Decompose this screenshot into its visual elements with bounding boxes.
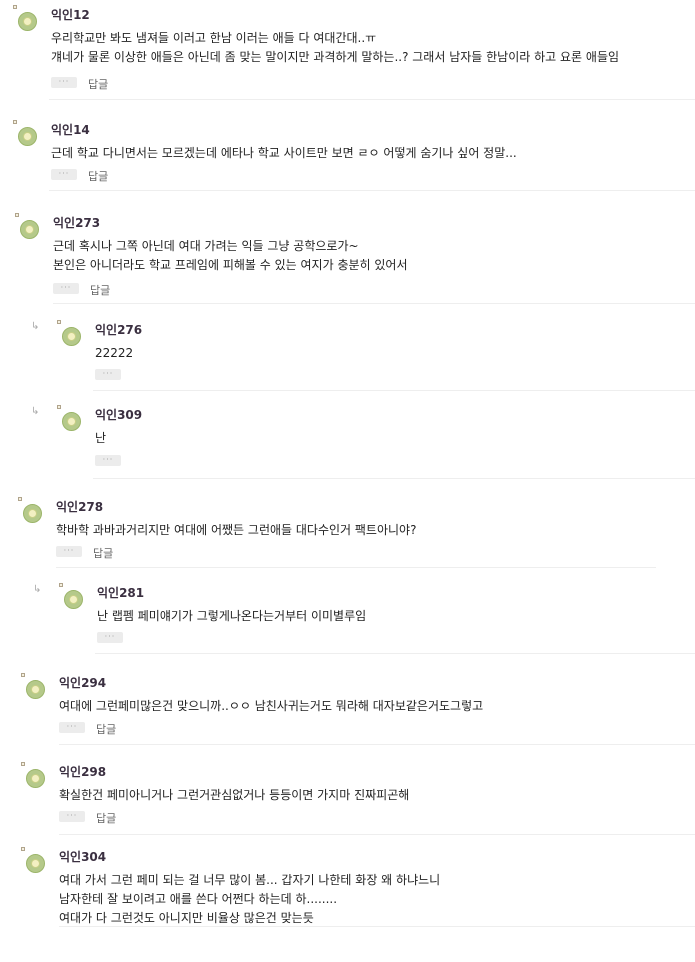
divider	[59, 744, 695, 745]
reply-button[interactable]: 답글	[96, 721, 116, 737]
more-options-button[interactable]: ···	[53, 283, 79, 294]
avatar	[20, 220, 39, 239]
comment-author: 익인281	[97, 586, 145, 600]
avatar	[64, 590, 83, 609]
comment-line: 여대 가서 그런 페미 되는 걸 너무 많이 봄... 갑자기 나한테 화장 왜…	[59, 873, 441, 887]
comment-author: 익인304	[59, 850, 107, 864]
avatar	[18, 127, 37, 146]
comment-line: 난 랩펨 페미얘기가 그렇게나온다는거부터 이미별루임	[97, 609, 367, 623]
comment-author: 익인12	[51, 8, 90, 22]
comment-body: 여대에 그런페미많은건 맞으니까..ㅇㅇ 남친사귀는거도 뭐라해 대자보같은거도…	[59, 697, 483, 716]
more-options-button[interactable]: ···	[97, 632, 123, 643]
comment-line: 남자한테 잘 보이려고 애를 쓴다 어쩐다 하는데 하........	[59, 892, 338, 906]
reply-button[interactable]: 답글	[93, 545, 113, 561]
comment-body: 근데 학교 다니면서는 모르겠는데 에타나 학교 사이트만 보면 ㄹㅇ 어떻게 …	[51, 144, 517, 163]
comment-line: 근데 혹시나 그쪽 아닌데 여대 가려는 익들 그냥 공학으로가~	[53, 239, 359, 253]
divider	[93, 390, 695, 391]
divider	[56, 567, 656, 568]
comment-author: 익인298	[59, 765, 107, 779]
divider	[59, 926, 695, 927]
comment-body: 학바학 과바과거리지만 여대에 어쨌든 그런애들 대다수인거 팩트아니야?	[56, 521, 416, 540]
reply-arrow-icon: ↳	[31, 406, 40, 417]
comment-body: 근데 혹시나 그쪽 아닌데 여대 가려는 익들 그냥 공학으로가~ 본인은 아니…	[53, 237, 408, 275]
avatar	[23, 504, 42, 523]
comment-author: 익인273	[53, 216, 101, 230]
reply-arrow-icon: ↳	[31, 321, 40, 332]
comment-body: 확실한건 페미아니거나 그런거관심없거나 등등이면 가지마 진짜피곤해	[59, 786, 409, 805]
comment-line: 난	[95, 431, 107, 445]
divider	[53, 303, 695, 304]
more-options-button[interactable]: ···	[56, 546, 82, 557]
avatar	[26, 769, 45, 788]
divider	[49, 99, 695, 100]
comment-author: 익인276	[95, 323, 143, 337]
comment-body: 우리학교만 봐도 냄져들 이러고 한남 이러는 애들 다 여대간대..ㅠ 걔네가…	[51, 29, 619, 67]
checkbox-marker	[15, 213, 19, 217]
comment-line: 22222	[95, 346, 134, 360]
comment-body: 난 랩펨 페미얘기가 그렇게나온다는거부터 이미별루임	[97, 607, 366, 626]
reply-button[interactable]: 답글	[88, 168, 108, 184]
checkbox-marker	[13, 5, 17, 9]
checkbox-marker	[59, 583, 63, 587]
avatar	[62, 412, 81, 431]
comment-author: 익인309	[95, 408, 143, 422]
checkbox-marker	[13, 120, 17, 124]
more-options-button[interactable]: ···	[59, 722, 85, 733]
comment-line: 우리학교만 봐도 냄져들 이러고 한남 이러는 애들 다 여대간대..ㅠ	[51, 31, 377, 45]
more-options-button[interactable]: ···	[51, 169, 77, 180]
checkbox-marker	[21, 673, 25, 677]
divider	[49, 190, 695, 191]
divider	[59, 834, 695, 835]
comment-line: 본인은 아니더라도 학교 프레임에 피해볼 수 있는 여지가 충분히 있어서	[53, 258, 408, 272]
reply-button[interactable]: 답글	[96, 810, 116, 826]
comment-line: 근데 학교 다니면서는 모르겠는데 에타나 학교 사이트만 보면 ㄹㅇ 어떻게 …	[51, 146, 517, 160]
avatar	[26, 854, 45, 873]
comment-line: 걔네가 물론 이상한 애들은 아닌데 좀 맞는 말이지만 과격하게 말하는..?…	[51, 50, 620, 64]
more-options-button[interactable]: ···	[95, 369, 121, 380]
checkbox-marker	[21, 762, 25, 766]
comment-body: 난	[95, 429, 106, 448]
comment-author: 익인14	[51, 123, 90, 137]
comment-author: 익인294	[59, 676, 107, 690]
comment-line: 학바학 과바과거리지만 여대에 어쨌든 그런애들 대다수인거 팩트아니야?	[56, 523, 417, 537]
more-options-button[interactable]: ···	[59, 811, 85, 822]
avatar	[18, 12, 37, 31]
reply-arrow-icon: ↳	[33, 584, 42, 595]
more-options-button[interactable]: ···	[95, 455, 121, 466]
divider	[95, 653, 695, 654]
comment-body: 여대 가서 그런 페미 되는 걸 너무 많이 봄... 갑자기 나한테 화장 왜…	[59, 871, 440, 928]
comment-body: 22222	[95, 344, 133, 363]
comment-line: 확실한건 페미아니거나 그런거관심없거나 등등이면 가지마 진짜피곤해	[59, 788, 410, 802]
avatar	[62, 327, 81, 346]
divider	[93, 478, 695, 479]
checkbox-marker	[57, 405, 61, 409]
more-options-button[interactable]: ···	[51, 77, 77, 88]
comment-author: 익인278	[56, 500, 104, 514]
checkbox-marker	[57, 320, 61, 324]
checkbox-marker	[21, 847, 25, 851]
comment-line: 여대에 그런페미많은건 맞으니까..ㅇㅇ 남친사귀는거도 뭐라해 대자보같은거도…	[59, 699, 484, 713]
reply-button[interactable]: 답글	[88, 76, 108, 92]
checkbox-marker	[18, 497, 22, 501]
reply-button[interactable]: 답글	[90, 282, 110, 298]
avatar	[26, 680, 45, 699]
